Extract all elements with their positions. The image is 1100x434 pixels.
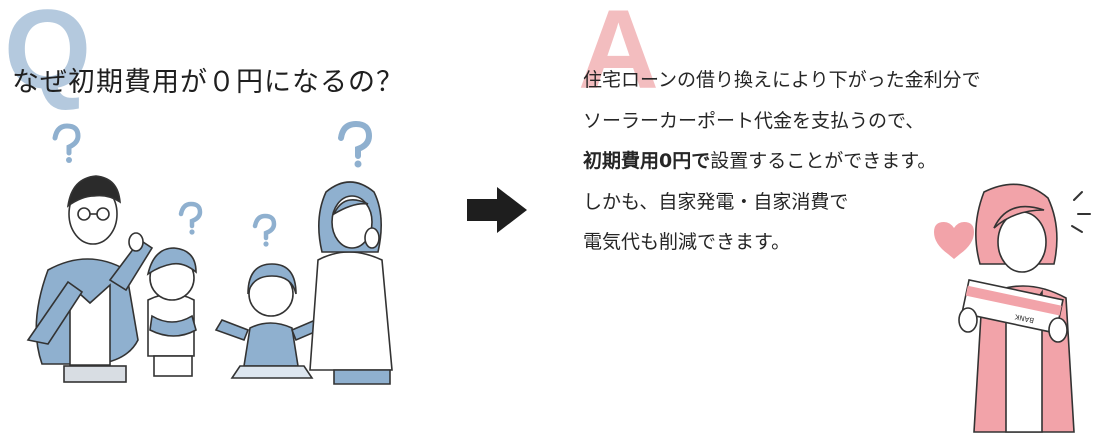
father-figure (26, 175, 154, 383)
girl-figure (214, 263, 326, 379)
answer-line-1: 住宅ローンの借り換えにより下がった金利分で (583, 69, 981, 91)
mother-figure (309, 181, 393, 385)
sparkle-lines (1071, 191, 1091, 233)
heart-icon (934, 222, 974, 259)
answer-line-3: 初期費用0円で設置することができます。 (583, 141, 1100, 182)
question-mark-icon (52, 123, 81, 163)
question-mark-icon (252, 213, 277, 247)
answer-bold-phrase: 初期費用0円で (583, 150, 711, 172)
puzzled-family-illustration (26, 120, 393, 385)
answer-line-2: ソーラーカーポート代金を支払うので、 (583, 109, 925, 132)
answer-line-3-rest: 設置することができます。 (710, 150, 937, 172)
boy-figure (146, 247, 197, 377)
right-arrow-icon (467, 187, 527, 233)
question-mark-icon (338, 120, 373, 168)
question-text: なぜ初期費用が０円になるの？ (12, 67, 404, 98)
woman-with-bank-book-illustration: BANK (934, 183, 1091, 433)
question-mark-icon (178, 201, 203, 235)
